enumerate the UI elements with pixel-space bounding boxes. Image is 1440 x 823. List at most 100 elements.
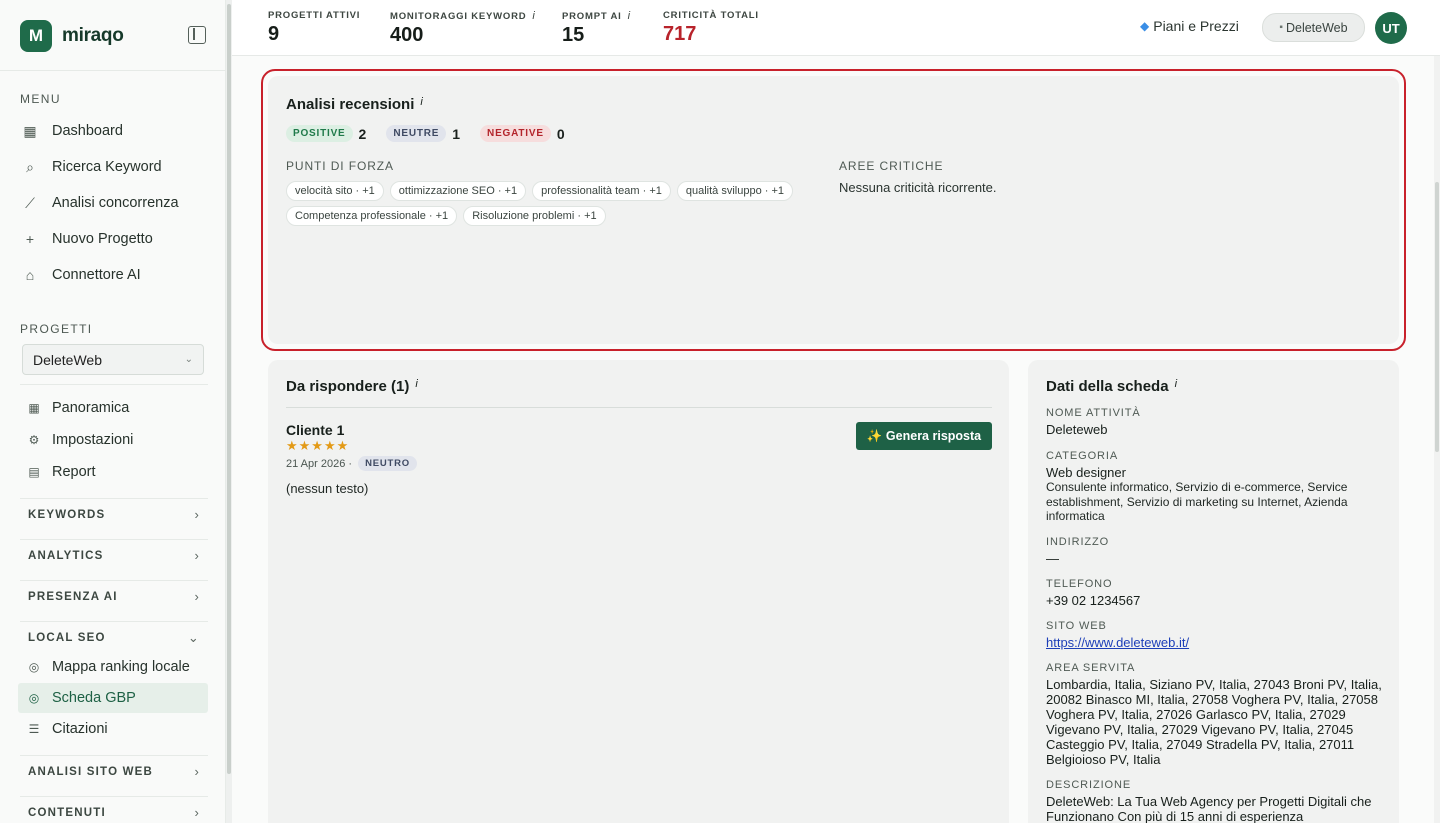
nav-label: Connettore AI (52, 267, 141, 283)
nav-new-project[interactable]: + Nuovo Progetto (20, 224, 208, 254)
map-pin-icon: ◎ (28, 691, 40, 705)
menu-section-title: MENU (20, 92, 61, 106)
nav-label: Scheda GBP (52, 690, 136, 706)
nav-keyword-research[interactable]: ⌕ Ricerca Keyword (20, 152, 208, 182)
info-icon[interactable]: i (415, 378, 417, 390)
stat-label: PROMPT AI i (562, 10, 631, 22)
website-link[interactable]: https://www.deleteweb.it/ (1046, 635, 1382, 650)
scrollbar-thumb[interactable] (227, 4, 231, 774)
stat-label: CRITICITÀ TOTALI (663, 10, 759, 21)
nav-gbp-listing[interactable]: ◎ Scheda GBP (18, 683, 208, 713)
stat-ai-prompts: PROMPT AI i 15 (562, 10, 631, 47)
listing-fields: NOME ATTIVITÀ Deleteweb CATEGORIA Web de… (1046, 407, 1382, 823)
chevron-right-icon: › (194, 548, 200, 563)
nav-dashboard[interactable]: ▦ Dashboard (20, 116, 208, 146)
card-title: Da rispondere (1) i (286, 378, 418, 395)
group-keywords[interactable]: KEYWORDS › (20, 498, 208, 530)
dashboard-icon: ▦ (23, 122, 37, 139)
logo-icon: M (20, 20, 52, 52)
project-select-value: DeleteWeb (33, 351, 103, 368)
service-area-value: Lombardia, Italia, Siziano PV, Italia, 2… (1046, 676, 1382, 767)
nav-competitor-analysis[interactable]: ⟋ Analisi concorrenza (20, 188, 208, 218)
group-label: ANALISI SITO WEB (28, 765, 154, 778)
group-contents[interactable]: CONTENUTI › (20, 796, 208, 823)
nav-citations[interactable]: ☰ Citazioni (26, 714, 208, 744)
reviews-to-answer-card: Da rispondere (1) i Cliente 1 ★★★★★ 21 Ap… (268, 360, 1009, 823)
sidebar: M miraqo MENU ▦ Dashboard ⌕ Ricerca Keyw… (0, 0, 226, 823)
brand[interactable]: M miraqo (20, 20, 124, 52)
chevron-down-icon: ⌄ (184, 354, 193, 365)
nav-report[interactable]: ▤ Report (26, 457, 208, 487)
phone-label: TELEFONO (1046, 577, 1113, 590)
nav-settings[interactable]: ⚙ Impostazioni (26, 425, 208, 455)
map-pin-icon: ◎ (28, 660, 40, 674)
group-label: KEYWORDS (28, 508, 106, 521)
scrollbar-thumb[interactable] (1435, 182, 1439, 452)
description-label: DESCRIZIONE (1046, 778, 1132, 791)
workspace-button[interactable]: ▪ DeleteWeb (1262, 13, 1365, 42)
nav-local-ranking-map[interactable]: ◎ Mappa ranking locale (26, 652, 208, 682)
category-extra: Consulente informatico, Servizio di e-co… (1046, 480, 1348, 523)
document-icon: ▤ (28, 465, 40, 479)
stat-label: MONITORAGGI KEYWORD i (390, 10, 536, 22)
project-select[interactable]: DeleteWeb ⌄ (22, 344, 204, 375)
divider (286, 407, 992, 408)
diamond-icon: ◆ (1140, 19, 1150, 33)
review-author: Cliente 1 (286, 422, 345, 438)
review-meta: 21 Apr 2026 · NEUTRO (286, 456, 417, 471)
review-text: (nessun testo) (286, 481, 369, 496)
nav-label: Citazioni (52, 721, 108, 737)
neutral-badge: NEUTRO (358, 456, 417, 471)
plans-label: Piani e Prezzi (1153, 18, 1239, 34)
chevron-right-icon: › (194, 507, 200, 522)
sidebar-toggle-icon[interactable] (188, 26, 206, 44)
nav-ai-connector[interactable]: ⌂ Connettore AI (20, 260, 208, 290)
description-value: DeleteWeb: La Tua Web Agency per Progett… (1046, 793, 1372, 823)
generate-reply-button[interactable]: ✨ Genera risposta (856, 422, 992, 450)
plus-icon: + (25, 231, 35, 247)
listing-data-card: Dati della scheda i NOME ATTIVITÀ Deletew… (1028, 360, 1399, 823)
grid-icon: ▦ (28, 401, 40, 415)
info-icon[interactable]: i (628, 10, 631, 22)
info-icon[interactable]: i (1175, 378, 1177, 390)
chevron-down-icon: ⌄ (187, 629, 200, 645)
review-date: 21 Apr 2026 · (286, 457, 353, 470)
nav-label: Dashboard (52, 123, 123, 139)
highlight-outline (261, 69, 1406, 351)
nav-label: Ricerca Keyword (52, 159, 162, 175)
nav-label: Report (52, 464, 96, 480)
search-icon: ⌕ (26, 158, 34, 175)
workspace-label: DeleteWeb (1285, 20, 1348, 35)
nav-label: Panoramica (52, 400, 130, 416)
sidebar-scrollbar[interactable] (226, 0, 232, 823)
group-analytics[interactable]: ANALYTICS › (20, 539, 208, 571)
star-rating: ★★★★★ (286, 438, 350, 453)
category-label: CATEGORIA (1046, 450, 1119, 462)
group-local-seo[interactable]: LOCAL SEO ⌄ (20, 621, 208, 653)
stat-keyword-monitoring: MONITORAGGI KEYWORD i 400 (390, 10, 536, 47)
stat-value: 15 (562, 24, 585, 46)
gear-icon: ⚙ (28, 433, 40, 447)
group-site-analysis[interactable]: ANALISI SITO WEB › (20, 755, 208, 787)
address-label: INDIRIZZO (1046, 535, 1110, 548)
stat-value: 400 (390, 24, 424, 46)
plans-link[interactable]: ◆ Piani e Prezzi (1140, 18, 1239, 34)
business-name-value: Deleteweb (1046, 422, 1108, 437)
stat-total-issues: CRITICITÀ TOTALI 717 (663, 10, 759, 46)
phone-value: +39 02 1234567 (1046, 592, 1141, 608)
nav-overview[interactable]: ▦ Panoramica (26, 393, 208, 423)
stat-active-projects: PROGETTI ATTIVI 9 (268, 10, 360, 46)
service-area-label: AREA SERVITA (1046, 661, 1136, 674)
brand-name: miraqo (62, 25, 124, 46)
card-title: Dati della scheda i (1046, 378, 1178, 395)
list-icon: ☰ (28, 722, 40, 736)
group-ai-presence[interactable]: PRESENZA AI › (20, 580, 208, 612)
nav-label: Mappa ranking locale (52, 659, 190, 675)
avatar[interactable]: UT (1375, 12, 1407, 44)
stat-label: PROGETTI ATTIVI (268, 10, 361, 21)
info-icon[interactable]: i (532, 10, 535, 22)
divider (0, 70, 226, 71)
main-scrollbar[interactable] (1434, 56, 1440, 823)
chevron-right-icon: › (194, 589, 200, 604)
group-label: LOCAL SEO (28, 631, 106, 644)
